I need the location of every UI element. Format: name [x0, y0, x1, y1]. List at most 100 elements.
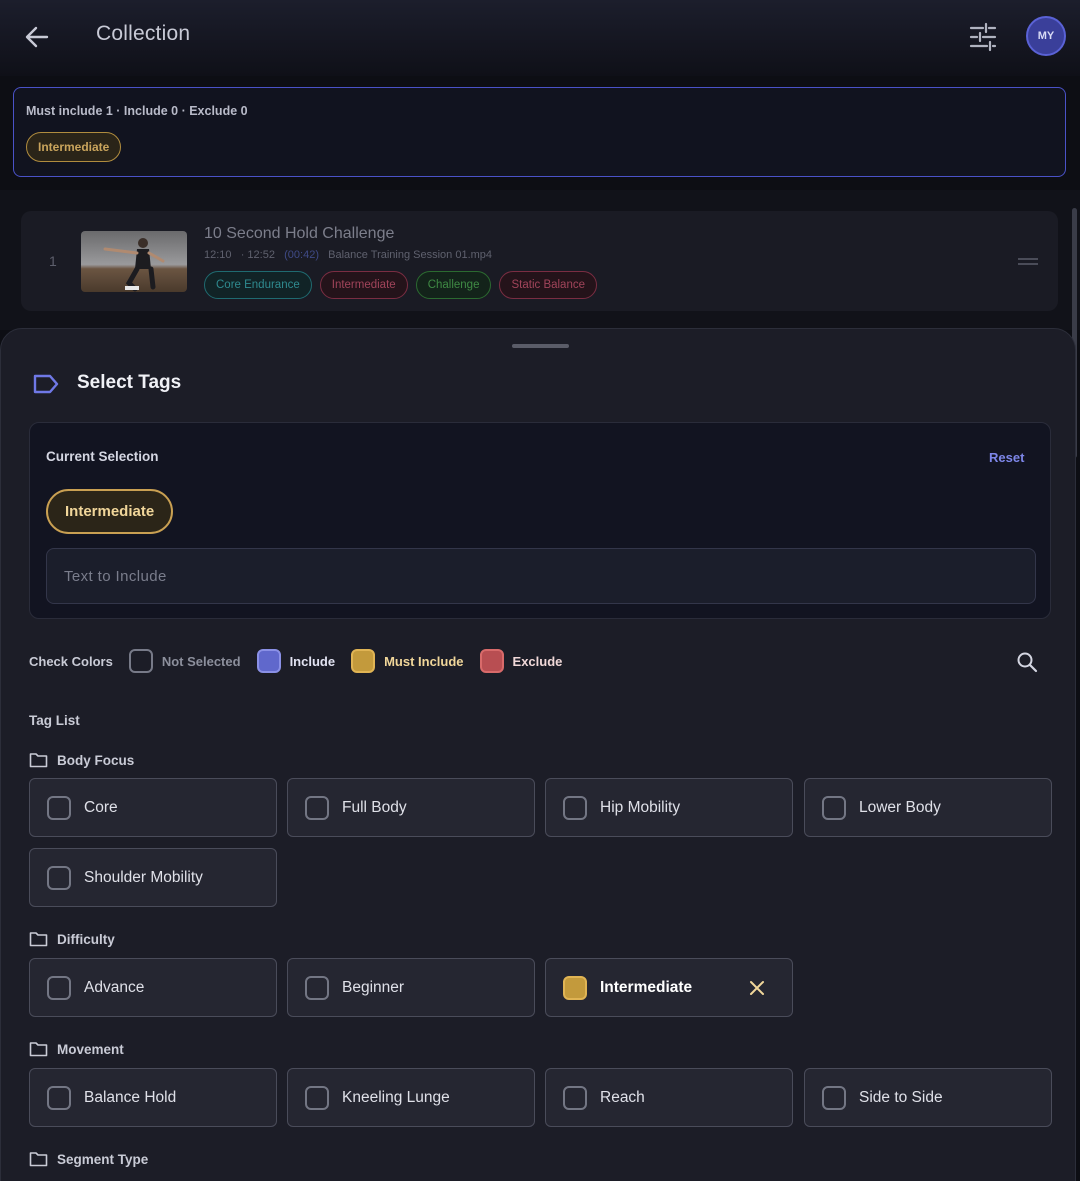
select-tags-sheet: Select Tags Current Selection Reset Inte…: [0, 328, 1076, 1181]
tag-label: Hip Mobility: [600, 798, 681, 816]
tag-label: Core: [84, 798, 118, 816]
list-item[interactable]: 1 10 Second Hold Challenge 12:10 · 12:52…: [21, 211, 1058, 311]
group-difficulty: Difficulty: [29, 931, 115, 947]
app-bar: Collection MY: [0, 0, 1080, 76]
text-include-input[interactable]: [46, 548, 1036, 604]
legend-include: Include: [256, 649, 336, 673]
tag-label: Shoulder Mobility: [84, 868, 203, 886]
tag-label: Balance Hold: [84, 1088, 177, 1106]
item-tag: Core Endurance: [204, 271, 312, 299]
checkbox: [305, 975, 329, 1000]
legend-swatch: [479, 649, 504, 673]
tag-label: Lower Body: [859, 798, 941, 816]
tag-beginner[interactable]: Beginner: [287, 958, 535, 1017]
label-tag-icon: [33, 374, 59, 394]
item-end-time: · 12:52: [240, 249, 275, 261]
tag-label: Full Body: [342, 798, 407, 816]
tag-reach[interactable]: Reach: [545, 1068, 793, 1127]
checkbox: [563, 1085, 587, 1110]
checkbox: [47, 865, 71, 890]
checkbox: [47, 1085, 71, 1110]
folder-icon: [29, 1042, 48, 1057]
sheet-drag-handle[interactable]: [512, 344, 569, 348]
video-thumbnail: [81, 231, 187, 292]
group-name: Segment Type: [57, 1151, 149, 1167]
tag-hip-mobility[interactable]: Hip Mobility: [545, 778, 793, 837]
check-colors-legend: Check Colors Not Selected Include Must I…: [29, 649, 578, 673]
item-tag-list: Core Endurance Intermediate Challenge St…: [204, 271, 597, 299]
tag-list-label: Tag List: [29, 713, 80, 728]
folder-icon: [29, 932, 48, 947]
item-meta: 12:10 · 12:52 (00:42) Balance Training S…: [204, 249, 492, 261]
tune-icon: [969, 22, 997, 52]
checkbox-checked: [563, 975, 587, 1000]
checkbox: [822, 795, 846, 820]
group-body-focus: Body Focus: [29, 752, 134, 768]
arrow-left-icon: [25, 26, 49, 48]
item-file-name: Balance Training Session 01.mp4: [328, 249, 493, 261]
tag-lower-body[interactable]: Lower Body: [804, 778, 1052, 837]
page-title: Collection: [96, 22, 191, 45]
checkbox: [305, 1085, 329, 1110]
legend-must-include: Must Include: [351, 649, 464, 673]
group-movement: Movement: [29, 1041, 124, 1057]
checkbox: [822, 1085, 846, 1110]
tag-label: Advance: [84, 978, 145, 996]
tag-label: Intermediate: [600, 978, 693, 996]
search-button[interactable]: [1015, 650, 1039, 674]
tag-intermediate[interactable]: Intermediate: [545, 958, 793, 1017]
current-selection-label: Current Selection: [46, 449, 159, 464]
legend-swatch: [128, 649, 153, 673]
drag-handle-icon[interactable]: [1018, 258, 1038, 266]
item-title: 10 Second Hold Challenge: [204, 225, 395, 242]
summary-tag-chip[interactable]: Intermediate: [26, 132, 122, 162]
folder-icon: [29, 753, 48, 768]
legend-text: Must Include: [384, 653, 464, 669]
checkbox: [47, 975, 71, 1000]
checkbox: [47, 795, 71, 820]
group-segment-type: Segment Type: [29, 1151, 148, 1167]
reset-button[interactable]: Reset: [989, 450, 1024, 465]
item-tag: Challenge: [415, 271, 492, 299]
item-tag: Static Balance: [499, 271, 597, 299]
item-index: 1: [49, 253, 57, 269]
tag-label: Reach: [600, 1088, 645, 1106]
current-selection-panel: Current Selection Reset Intermediate: [29, 422, 1051, 619]
tag-shoulder-mobility[interactable]: Shoulder Mobility: [29, 848, 277, 907]
tag-kneeling-lunge[interactable]: Kneeling Lunge: [287, 1068, 535, 1127]
tag-core[interactable]: Core: [29, 778, 277, 837]
person-figure-icon: [103, 238, 165, 292]
legend-text: Exclude: [512, 653, 563, 669]
tag-side-to-side[interactable]: Side to Side: [804, 1068, 1052, 1127]
tag-full-body[interactable]: Full Body: [287, 778, 535, 837]
legend-label: Check Colors: [29, 653, 113, 669]
filter-summary-text: Must include 1 · Include 0 · Exclude 0: [26, 104, 248, 118]
tag-advance[interactable]: Advance: [29, 958, 277, 1017]
sheet-title: Select Tags: [77, 372, 182, 393]
legend-swatch: [256, 649, 281, 673]
folder-icon: [29, 1152, 48, 1167]
close-icon[interactable]: [747, 978, 767, 998]
avatar[interactable]: MY: [1026, 16, 1066, 56]
search-icon: [1017, 652, 1038, 673]
checkbox: [305, 795, 329, 820]
filter-button[interactable]: [968, 22, 998, 52]
tag-label: Kneeling Lunge: [342, 1088, 450, 1106]
legend-text: Not Selected: [161, 653, 241, 669]
filter-summary[interactable]: Must include 1 · Include 0 · Exclude 0 I…: [13, 87, 1066, 177]
selected-tag-chip[interactable]: Intermediate: [46, 489, 174, 534]
checkbox: [563, 795, 587, 820]
tag-balance-hold[interactable]: Balance Hold: [29, 1068, 277, 1127]
legend-swatch: [351, 649, 376, 673]
back-button[interactable]: [22, 22, 52, 52]
legend-text: Include: [289, 653, 336, 669]
group-name: Body Focus: [57, 752, 135, 768]
legend-exclude: Exclude: [479, 649, 563, 673]
tag-label: Beginner: [342, 978, 405, 996]
group-name: Difficulty: [57, 931, 115, 947]
tag-label: Side to Side: [859, 1088, 943, 1106]
item-tag: Intermediate: [319, 271, 408, 299]
item-start-time: 12:10: [204, 249, 232, 261]
group-name: Movement: [57, 1041, 124, 1057]
legend-not-selected: Not Selected: [128, 649, 241, 673]
